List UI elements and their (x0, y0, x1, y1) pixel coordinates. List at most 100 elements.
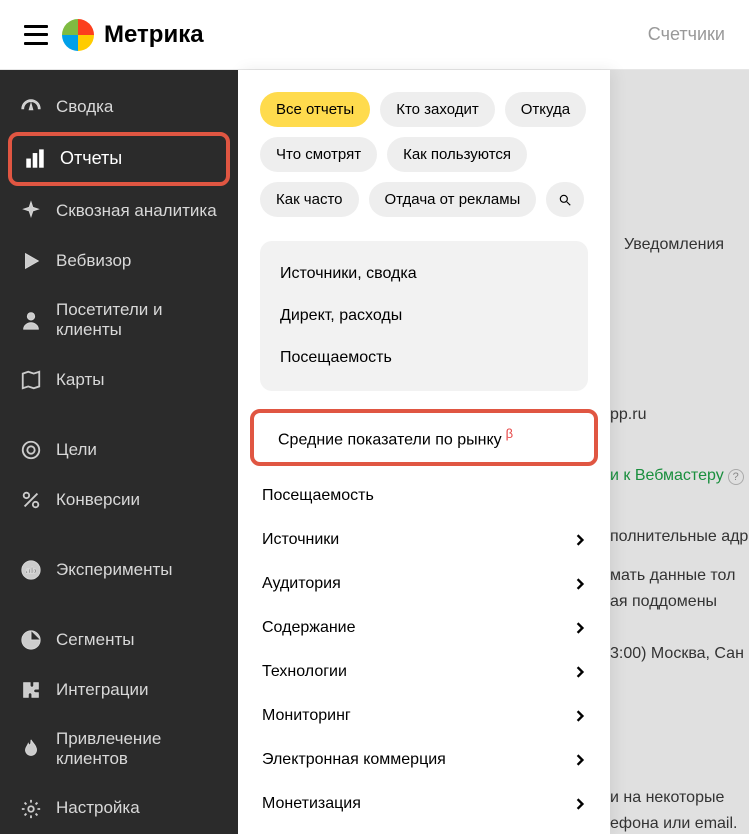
sidebar-item-reports[interactable]: Отчеты (12, 136, 226, 182)
chevron-right-icon (574, 578, 586, 590)
bg-domain: pp.ru (610, 406, 646, 424)
bg-notify1: и на некоторые (610, 789, 724, 807)
brand-logo[interactable]: Метрика (62, 19, 204, 51)
bg-notify2: ефона или email. Г (610, 815, 749, 834)
report-row-sources[interactable]: Источники (238, 518, 610, 562)
bg-subdomains: ая поддомены (610, 593, 717, 611)
sidebar-item-label: Настройка (56, 798, 140, 818)
chevron-right-icon (574, 622, 586, 634)
favorite-reports-box: Источники, сводка Директ, расходы Посеща… (260, 241, 588, 391)
percent-icon (20, 489, 42, 511)
gauge-icon (20, 96, 42, 118)
chevron-right-icon (574, 666, 586, 678)
sidebar-item-label: Карты (56, 370, 104, 390)
gear-icon (20, 798, 42, 820)
fav-report-sources[interactable]: Источники, сводка (260, 253, 588, 295)
sidebar-item-goals[interactable]: Цели (0, 425, 238, 475)
sidebar-item-label: Сегменты (56, 630, 134, 650)
report-label: Источники (262, 531, 339, 549)
bg-timezone: 3:00) Москва, Сан (610, 645, 744, 663)
report-row-monetization[interactable]: Монетизация (238, 782, 610, 826)
fav-report-traffic[interactable]: Посещаемость (260, 337, 588, 379)
menu-burger-icon[interactable] (24, 25, 48, 45)
sidebar: Сводка Отчеты Сквозная аналитика Вебвизо… (0, 70, 238, 834)
report-row-traffic[interactable]: Посещаемость (238, 474, 610, 518)
report-label: Аудитория (262, 575, 341, 593)
bg-addr: полнительные адр (610, 528, 748, 546)
report-row-ecommerce[interactable]: Электронная коммерция (238, 738, 610, 782)
sidebar-item-integrations[interactable]: Интеграции (0, 665, 238, 715)
report-label: Электронная коммерция (262, 751, 446, 769)
sidebar-item-label: Отчеты (60, 148, 122, 170)
sidebar-item-label: Вебвизор (56, 251, 131, 271)
sidebar-item-experiments[interactable]: ab Эксперименты (0, 545, 238, 595)
fav-report-direct[interactable]: Директ, расходы (260, 295, 588, 337)
brand-name: Метрика (104, 21, 204, 49)
report-row-monitoring[interactable]: Мониторинг (238, 694, 610, 738)
ab-icon: ab (20, 559, 42, 581)
reports-popover: Все отчеты Кто заходит Откуда Что смотря… (238, 70, 610, 834)
sidebar-item-conversions[interactable]: Конверсии (0, 475, 238, 525)
counters-link[interactable]: Счетчики (648, 24, 725, 45)
sidebar-item-endtoend[interactable]: Сквозная аналитика (0, 186, 238, 236)
sidebar-item-label: Эксперименты (56, 560, 173, 580)
report-highlight-market-avg: Средние показатели по рынкуβ (250, 409, 598, 466)
sidebar-item-label: Привлечение клиентов (56, 729, 218, 770)
flame-icon (20, 738, 42, 760)
sidebar-item-label: Сводка (56, 97, 113, 117)
chip-all-reports[interactable]: Все отчеты (260, 92, 370, 127)
bg-data-only: мать данные тол (610, 567, 735, 585)
topbar-left: Метрика (24, 19, 204, 51)
bg-tab-notifications: Уведомления (624, 236, 724, 254)
background-dimmed-content: Уведомления pp.ru и к Вебмастеру? полнит… (610, 70, 749, 834)
sidebar-item-label: Конверсии (56, 490, 140, 510)
report-label: Технологии (262, 663, 347, 681)
report-label: Посещаемость (262, 487, 374, 505)
chip-how-often[interactable]: Как часто (260, 182, 359, 217)
chip-from-where[interactable]: Откуда (505, 92, 586, 127)
sidebar-item-label: Цели (56, 440, 97, 460)
chevron-right-icon (574, 710, 586, 722)
play-icon (20, 250, 42, 272)
person-icon (20, 309, 42, 331)
report-filter-chips: Все отчеты Кто заходит Откуда Что смотря… (238, 92, 610, 233)
sidebar-item-label: Интеграции (56, 680, 149, 700)
puzzle-icon (20, 679, 42, 701)
main-area: Сводка Отчеты Сквозная аналитика Вебвизо… (0, 70, 749, 834)
sidebar-item-webvisor[interactable]: Вебвизор (0, 236, 238, 286)
sidebar-item-acquisition[interactable]: Привлечение клиентов (0, 715, 238, 784)
report-label: Мониторинг (262, 707, 351, 725)
sidebar-item-segments[interactable]: Сегменты (0, 615, 238, 665)
chip-what-viewed[interactable]: Что смотрят (260, 137, 377, 172)
brand-logo-icon (62, 19, 94, 51)
report-label: Средние показатели по рынкуβ (278, 426, 513, 449)
report-row-technology[interactable]: Технологии (238, 650, 610, 694)
sparkle-icon (20, 200, 42, 222)
chip-ad-return[interactable]: Отдача от рекламы (369, 182, 537, 217)
sidebar-item-label: Сквозная аналитика (56, 201, 217, 221)
sidebar-item-summary[interactable]: Сводка (0, 82, 238, 132)
chevron-right-icon (574, 534, 586, 546)
sidebar-item-label: Посетители и клиенты (56, 300, 218, 341)
chip-search[interactable] (546, 182, 584, 217)
report-row-content[interactable]: Содержание (238, 606, 610, 650)
bg-webmaster: и к Вебмастеру? (610, 467, 744, 485)
chip-who-visits[interactable]: Кто заходит (380, 92, 495, 127)
report-label: Содержание (262, 619, 356, 637)
map-icon (20, 369, 42, 391)
chevron-right-icon (574, 798, 586, 810)
chip-how-used[interactable]: Как пользуются (387, 137, 527, 172)
chevron-right-icon (574, 754, 586, 766)
pie-icon (20, 629, 42, 651)
target-icon (20, 439, 42, 461)
sidebar-item-maps[interactable]: Карты (0, 355, 238, 405)
search-icon (558, 193, 572, 207)
svg-text:ab: ab (26, 565, 37, 575)
sidebar-highlight-reports: Отчеты (8, 132, 230, 186)
bars-icon (24, 148, 46, 170)
sidebar-item-settings[interactable]: Настройка (0, 784, 238, 834)
report-row-market-avg[interactable]: Средние показатели по рынкуβ (254, 413, 594, 462)
report-row-audience[interactable]: Аудитория (238, 562, 610, 606)
topbar: Метрика Счетчики (0, 0, 749, 70)
sidebar-item-visitors[interactable]: Посетители и клиенты (0, 286, 238, 355)
